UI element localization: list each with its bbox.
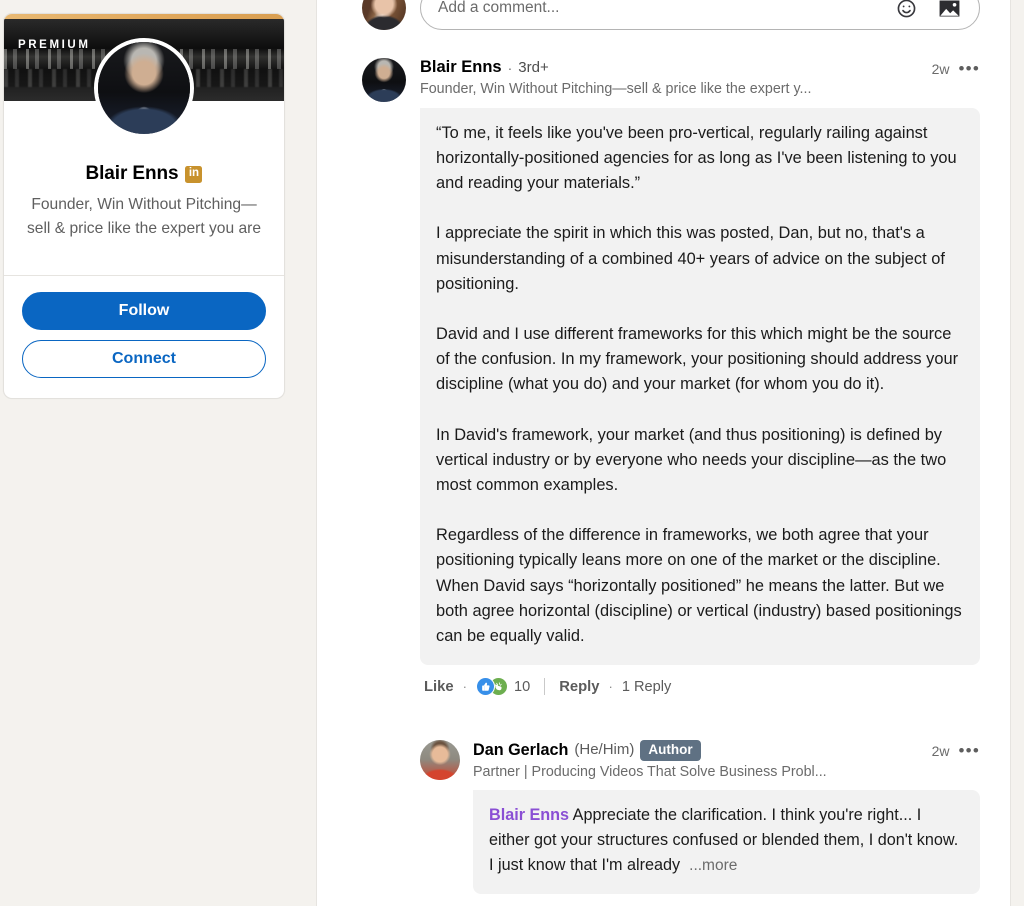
avatar-image-dan-gerlach (420, 740, 460, 780)
avatar-image-blair-enns (98, 42, 190, 134)
comment-actions: Like · 10 Reply · 1 Reply (420, 677, 980, 697)
profile-card: PREMIUM Blair Enns in Founder, Win Witho… (3, 13, 285, 399)
avatar-image-blair-enns-comment (362, 58, 406, 102)
image-icon[interactable] (936, 0, 962, 21)
right-column-divider (1010, 0, 1011, 906)
reply-author-name[interactable]: Dan Gerlach (473, 741, 568, 760)
comment-timestamp: 2w (931, 61, 950, 77)
linkedin-post-comments-page: PREMIUM Blair Enns in Founder, Win Witho… (0, 0, 1024, 906)
comment-author-name[interactable]: Blair Enns (420, 58, 502, 78)
comment-text-bubble: “To me, it feels like you've been pro-ve… (420, 107, 980, 666)
reply-header: Dan Gerlach (He/Him) Author Partner | Pr… (473, 740, 980, 780)
like-button[interactable]: Like (424, 679, 454, 695)
reply-options-icon[interactable]: ••• (959, 742, 980, 759)
comment-author-line: Blair Enns · 3rd+ (420, 58, 811, 78)
follow-button[interactable]: Follow (22, 292, 266, 330)
comment-paragraph: David and I use different frameworks for… (436, 325, 959, 394)
comment-meta: 2w ••• (932, 58, 980, 77)
comment-compose-row: Add a comment... (362, 0, 980, 30)
separator-dot: · (608, 679, 613, 695)
reply-item: Dan Gerlach (He/Him) Author Partner | Pr… (420, 740, 980, 894)
reply-body: Dan Gerlach (He/Him) Author Partner | Pr… (473, 740, 980, 894)
separator-dot: · (462, 679, 467, 695)
comment-body: Blair Enns · 3rd+ Founder, Win Without P… (420, 58, 980, 697)
avatar-blair-enns[interactable] (362, 58, 406, 102)
reply-meta: 2w ••• (932, 740, 980, 759)
reaction-count: 10 (513, 678, 531, 695)
profile-name-row: Blair Enns in (18, 163, 270, 185)
comment-paragraph: “To me, it feels like you've been pro-ve… (436, 123, 957, 193)
add-comment-box[interactable]: Add a comment... (420, 0, 980, 30)
avatar-viewer[interactable] (362, 0, 406, 30)
profile-headline: Founder, Win Without Pitching—sell & pri… (26, 196, 262, 237)
comment-header: Blair Enns · 3rd+ Founder, Win Without P… (420, 58, 980, 97)
see-more-link[interactable]: ...more (689, 857, 737, 874)
author-badge: Author (640, 740, 701, 761)
separator-dot: · (507, 59, 513, 76)
reply-button[interactable]: Reply (559, 679, 599, 695)
comment-paragraph: I appreciate the spirit in which this wa… (436, 224, 945, 293)
premium-label: PREMIUM (18, 39, 91, 51)
reply-count-link[interactable]: 1 Reply (622, 679, 671, 695)
mention-link[interactable]: Blair Enns (489, 806, 569, 824)
reply-author-pronouns: (He/Him) (574, 741, 635, 759)
comment-paragraph: In David's framework, your market (and t… (436, 425, 947, 495)
profile-name[interactable]: Blair Enns (86, 163, 179, 185)
reply-author-headline: Partner | Producing Videos That Solve Bu… (473, 763, 827, 780)
avatar-dan-gerlach[interactable] (420, 740, 460, 780)
reaction-summary[interactable]: 10 (475, 677, 531, 697)
reaction-icons (475, 677, 509, 697)
profile-card-actions: Follow Connect (4, 276, 284, 398)
reply-paragraph: Blair Enns Appreciate the clarification.… (489, 803, 964, 878)
reply-text-bubble: Blair Enns Appreciate the clarification.… (473, 789, 980, 894)
avatar-image-viewer (362, 0, 406, 30)
reply-timestamp: 2w (931, 743, 950, 759)
action-divider (544, 678, 546, 696)
reply-author-line: Dan Gerlach (He/Him) Author (473, 740, 827, 761)
comments-column: Add a comment... Blair Enns · 3rd+ Found… (317, 0, 1010, 906)
comment-item: Blair Enns · 3rd+ Founder, Win Without P… (362, 58, 980, 697)
linkedin-premium-badge-icon: in (185, 165, 203, 183)
comment-options-icon[interactable]: ••• (959, 60, 980, 77)
left-sidebar: PREMIUM Blair Enns in Founder, Win Witho… (0, 0, 316, 906)
emoji-icon[interactable] (893, 0, 919, 21)
comment-author-headline: Founder, Win Without Pitching—sell & pri… (420, 80, 812, 97)
comment-paragraph: Regardless of the difference in framewor… (436, 526, 962, 646)
compose-icon-group (893, 0, 965, 21)
avatar[interactable] (94, 38, 194, 138)
add-comment-input[interactable]: Add a comment... (438, 0, 893, 17)
connection-degree: 3rd+ (518, 58, 549, 76)
connect-button[interactable]: Connect (22, 340, 266, 378)
